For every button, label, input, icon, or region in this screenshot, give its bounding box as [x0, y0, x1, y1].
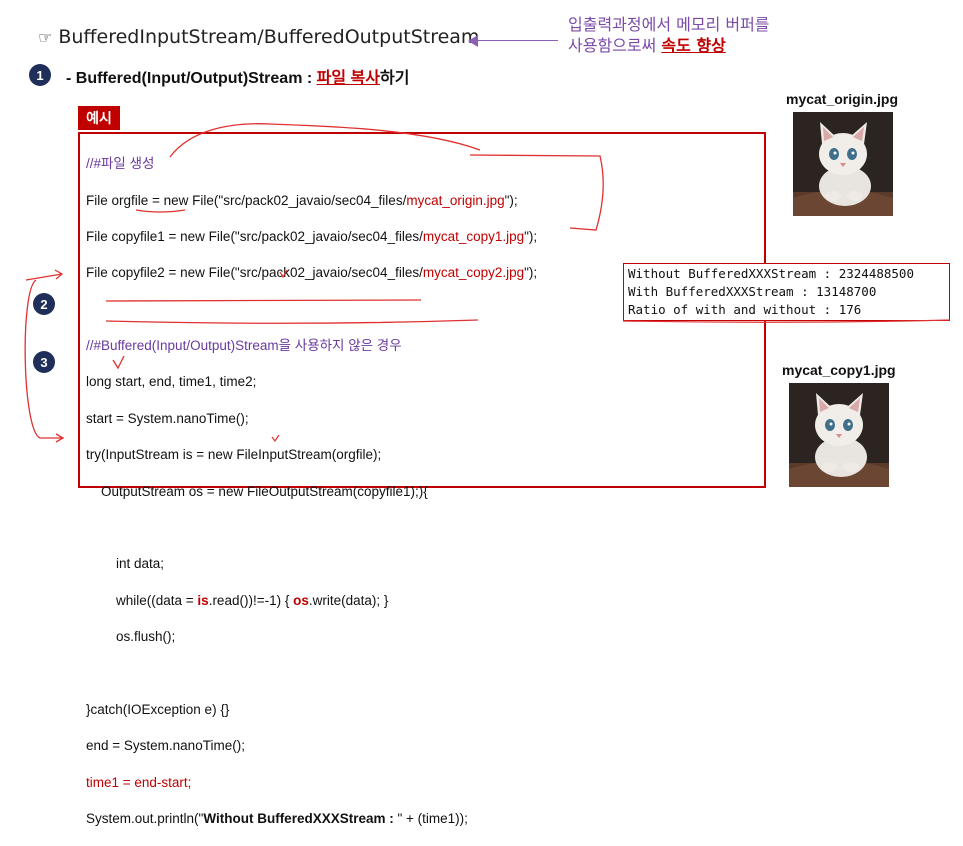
- code-line: File copyfile2 = new File("src/pack02_ja…: [86, 265, 538, 281]
- code-line: while((data = is.read())!=-1) { os.write…: [86, 592, 389, 608]
- code-comment-create: //#파일 생성: [86, 156, 155, 172]
- step-2-badge: 2: [33, 293, 55, 315]
- code-line: OutputStream os = new FileOutputStream(c…: [86, 483, 428, 499]
- left-arrow-icon: [468, 35, 478, 47]
- code-line: }catch(IOException e) {}: [86, 701, 230, 717]
- output-line: Ratio of with and without : 176: [628, 302, 862, 317]
- cat-photo-copy: [789, 383, 889, 487]
- origin-image-label: mycat_origin.jpg: [786, 91, 899, 107]
- copy-image-label: mycat_copy1.jpg: [782, 362, 896, 378]
- code-line: File orgfile = new File("src/pack02_java…: [86, 192, 518, 208]
- code-line: start = System.nanoTime();: [86, 410, 249, 426]
- console-output: Without BufferedXXXStream : 2324488500 Wi…: [623, 263, 950, 321]
- slide-title: ☞ BufferedInputStream/BufferedOutputStrea…: [38, 26, 479, 48]
- pointing-hand-icon: ☞: [38, 28, 53, 47]
- subtitle-highlight: 파일 복사: [316, 70, 380, 87]
- note-highlight: 속도 향상: [661, 36, 726, 55]
- annotation-tick-start: [25, 269, 64, 281]
- code-line: time1 = end-start;: [86, 774, 192, 790]
- code-line: end = System.nanoTime();: [86, 738, 245, 754]
- step-3-badge: 3: [33, 351, 55, 373]
- code-line: File copyfile1 = new File("src/pack02_ja…: [86, 229, 538, 245]
- slide-title-text: BufferedInputStream/BufferedOutputStream: [58, 26, 480, 48]
- annotation-arrow-head: [55, 433, 65, 443]
- code-comment-unbuffered: //#Buffered(Input/Output)Stream을 사용하지 않은…: [86, 338, 402, 354]
- note-line-2: 사용함으로써 속도 향상: [568, 36, 726, 55]
- section-subtitle: - Buffered(Input/Output)Stream : 파일 복사하기: [66, 70, 410, 87]
- code-line: System.out.println("Without BufferedXXXS…: [86, 810, 468, 826]
- note-line-1: 입출력과정에서 메모리 버퍼를: [568, 15, 770, 34]
- arrow-line: [470, 40, 558, 41]
- output-line: With BufferedXXXStream : 13148700: [628, 284, 877, 299]
- kitten-image-icon: [793, 112, 893, 216]
- code-line: long start, end, time1, time2;: [86, 374, 257, 390]
- code-block: //#파일 생성 File orgfile = new File("src/pa…: [86, 137, 537, 846]
- step-1-badge: 1: [29, 64, 51, 86]
- code-line: int data;: [86, 556, 165, 572]
- cat-photo-origin: [793, 112, 893, 216]
- kitten-image-icon: [789, 383, 889, 487]
- output-line: Without BufferedXXXStream : 2324488500: [628, 266, 914, 281]
- code-line: try(InputStream is = new FileInputStream…: [86, 447, 382, 463]
- example-tag: 예시: [78, 106, 120, 130]
- code-line: os.flush();: [86, 629, 176, 645]
- speed-note: 입출력과정에서 메모리 버퍼를 사용함으로써 속도 향상: [568, 14, 770, 56]
